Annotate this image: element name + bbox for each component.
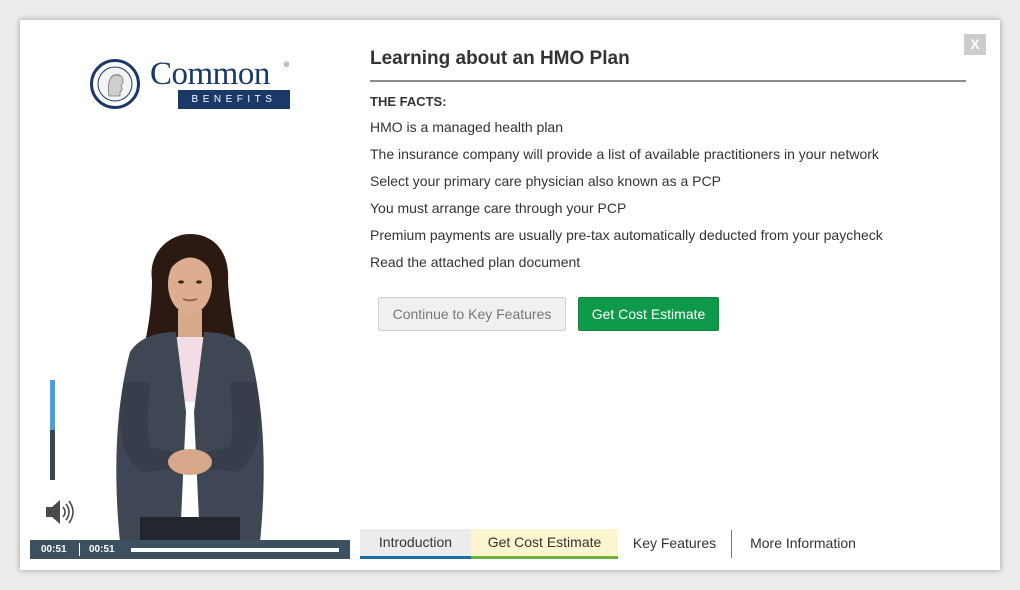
- get-cost-estimate-button[interactable]: Get Cost Estimate: [578, 297, 719, 331]
- tab-get-cost-estimate[interactable]: Get Cost Estimate: [471, 529, 618, 559]
- presenter-video[interactable]: [90, 232, 290, 542]
- tab-more-information[interactable]: More Information: [733, 530, 873, 558]
- tab-key-features[interactable]: Key Features: [618, 530, 732, 558]
- common-benefits-logo: Common ® BENEFITS: [90, 56, 295, 116]
- facts-list: HMO is a managed health plan The insuran…: [370, 118, 883, 280]
- video-player-bar: 00:51 00:51: [30, 540, 350, 559]
- logo-benefits-band: BENEFITS: [178, 90, 290, 109]
- tab-introduction[interactable]: Introduction: [360, 529, 471, 559]
- speaker-icon[interactable]: [44, 498, 76, 526]
- fact-item: You must arrange care through your PCP: [370, 200, 627, 216]
- fact-item: Select your primary care physician also …: [370, 173, 721, 189]
- close-button[interactable]: X: [964, 34, 986, 55]
- fact-item: Premium payments are usually pre-tax aut…: [370, 227, 883, 243]
- fact-item: HMO is a managed health plan: [370, 119, 563, 135]
- page-title: Learning about an HMO Plan: [370, 48, 966, 82]
- logo-seal-icon: [90, 59, 140, 109]
- video-progress-bar[interactable]: [131, 548, 339, 552]
- volume-slider-filled[interactable]: [50, 380, 55, 430]
- volume-slider-track[interactable]: [50, 430, 55, 480]
- facts-heading: THE FACTS:: [370, 94, 447, 109]
- modal-dialog: X Common ® BENEFITS 00:51 00:51 Learning…: [20, 20, 1000, 570]
- continue-to-key-features-button[interactable]: Continue to Key Features: [378, 297, 566, 331]
- fact-item: Read the attached plan document: [370, 254, 581, 270]
- logo-registered-mark: ®: [284, 62, 290, 69]
- time-divider: [79, 543, 80, 556]
- total-time: 00:51: [89, 544, 115, 555]
- current-time: 00:51: [41, 544, 67, 555]
- fact-item: The insurance company will provide a lis…: [370, 146, 879, 162]
- logo-wordmark: Common: [150, 56, 270, 92]
